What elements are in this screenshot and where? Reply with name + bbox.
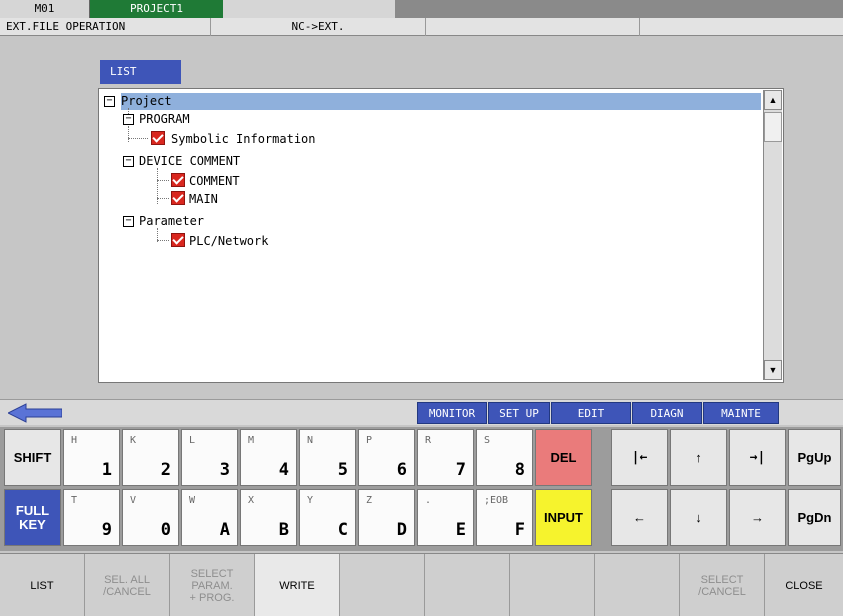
key-1[interactable]: H1	[63, 429, 120, 486]
header-blank-1	[426, 18, 640, 36]
pgdn-key[interactable]: PgDn	[788, 489, 841, 546]
list-tab[interactable]: LIST	[100, 60, 181, 84]
collapse-icon[interactable]: −	[123, 156, 134, 167]
tree-item-symbolic-information[interactable]: Symbolic Information	[171, 131, 316, 147]
close-button[interactable]: CLOSE	[765, 554, 843, 616]
right-arrow-key[interactable]: →	[729, 489, 786, 546]
end-key[interactable]: →|	[729, 429, 786, 486]
shift-key[interactable]: SHIFT	[4, 429, 61, 486]
pgup-key[interactable]: PgUp	[788, 429, 841, 486]
key-4[interactable]: M4	[240, 429, 297, 486]
key-a[interactable]: WA	[181, 489, 238, 546]
tree-line	[157, 180, 169, 181]
input-key[interactable]: INPUT	[535, 489, 592, 546]
home-key[interactable]: |←	[611, 429, 668, 486]
tree-line	[128, 138, 148, 139]
select-all-cancel-button[interactable]: SEL. ALL/CANCEL	[85, 554, 170, 616]
tree-line	[157, 198, 169, 199]
scroll-down-icon[interactable]: ▼	[764, 360, 782, 380]
tab-edit[interactable]: EDIT	[551, 402, 631, 424]
file-tree: − Project − PROGRAM Symbolic Information…	[98, 88, 784, 383]
tree-item-program[interactable]: PROGRAM	[139, 111, 190, 127]
softkey-blank-6[interactable]	[425, 554, 510, 616]
collapse-icon[interactable]: −	[104, 96, 115, 107]
tab-mainte[interactable]: MAINTE	[703, 402, 779, 424]
key-c[interactable]: YC	[299, 489, 356, 546]
tree-item-plc-network[interactable]: PLC/Network	[189, 233, 268, 249]
softkey-blank-8[interactable]	[595, 554, 680, 616]
key-5[interactable]: N5	[299, 429, 356, 486]
tab-monitor[interactable]: MONITOR	[417, 402, 487, 424]
key-d[interactable]: ZD	[358, 489, 415, 546]
softkey-blank-7[interactable]	[510, 554, 595, 616]
tree-row-selected[interactable]	[121, 93, 761, 110]
project-label: PROJECT1	[90, 0, 223, 18]
tree-item-parameter[interactable]: Parameter	[139, 213, 204, 229]
collapse-icon[interactable]: −	[123, 114, 134, 125]
tree-item-main[interactable]: MAIN	[189, 191, 218, 207]
key-3[interactable]: L3	[181, 429, 238, 486]
checkbox-icon[interactable]	[151, 131, 165, 145]
operation-title: EXT.FILE OPERATION	[0, 18, 211, 36]
scroll-up-icon[interactable]: ▲	[764, 90, 782, 110]
key-b[interactable]: XB	[240, 489, 297, 546]
key-6[interactable]: P6	[358, 429, 415, 486]
collapse-icon[interactable]: −	[123, 216, 134, 227]
vertical-scrollbar[interactable]: ▲ ▼	[763, 90, 782, 380]
softkey-bar: LIST SEL. ALL/CANCEL SELECT PARAM. + PROG.…	[0, 553, 843, 616]
tab-setup[interactable]: SET UP	[488, 402, 550, 424]
key-9[interactable]: T9	[63, 489, 120, 546]
header-blank-2	[640, 18, 843, 36]
key-8[interactable]: S8	[476, 429, 533, 486]
tree-line	[128, 108, 129, 114]
keypad: SHIFT H1 K2 L3 M4 N5 P6 R7 S8 DEL |← ↑ →…	[0, 427, 843, 551]
up-arrow-key[interactable]: ↑	[670, 429, 727, 486]
full-key[interactable]: FULL KEY	[4, 489, 61, 546]
softkey-blank-5[interactable]	[340, 554, 425, 616]
checkbox-icon[interactable]	[171, 233, 185, 247]
function-row: MONITOR SET UP EDIT DIAGN MAINTE	[0, 399, 843, 425]
scroll-thumb[interactable]	[764, 112, 782, 142]
operation-header: EXT.FILE OPERATION NC->EXT.	[0, 18, 843, 36]
key-f[interactable]: ;EOB F	[476, 489, 533, 546]
direction-label: NC->EXT.	[211, 18, 426, 36]
del-key[interactable]: DEL	[535, 429, 592, 486]
tab-diagn[interactable]: DIAGN	[632, 402, 702, 424]
checkbox-icon[interactable]	[171, 191, 185, 205]
back-arrow-icon[interactable]	[8, 403, 62, 423]
key-e[interactable]: .E	[417, 489, 474, 546]
key-0[interactable]: V0	[122, 489, 179, 546]
select-cancel-button[interactable]: SELECT/CANCEL	[680, 554, 765, 616]
status-blank	[223, 0, 395, 18]
select-param-prog-button[interactable]: SELECT PARAM. + PROG.	[170, 554, 255, 616]
tree-line	[157, 240, 169, 241]
key-7[interactable]: R7	[417, 429, 474, 486]
down-arrow-key[interactable]: ↓	[670, 489, 727, 546]
tree-item-device-comment[interactable]: DEVICE COMMENT	[139, 153, 240, 169]
machine-label: M01	[0, 0, 90, 18]
tree-item-project[interactable]: Project	[121, 93, 172, 109]
checkbox-icon[interactable]	[171, 173, 185, 187]
key-2[interactable]: K2	[122, 429, 179, 486]
list-button[interactable]: LIST	[0, 554, 85, 616]
tree-item-comment[interactable]: COMMENT	[189, 173, 240, 189]
left-arrow-key[interactable]: ←	[611, 489, 668, 546]
write-button[interactable]: WRITE	[255, 554, 340, 616]
tree-line	[128, 126, 129, 142]
